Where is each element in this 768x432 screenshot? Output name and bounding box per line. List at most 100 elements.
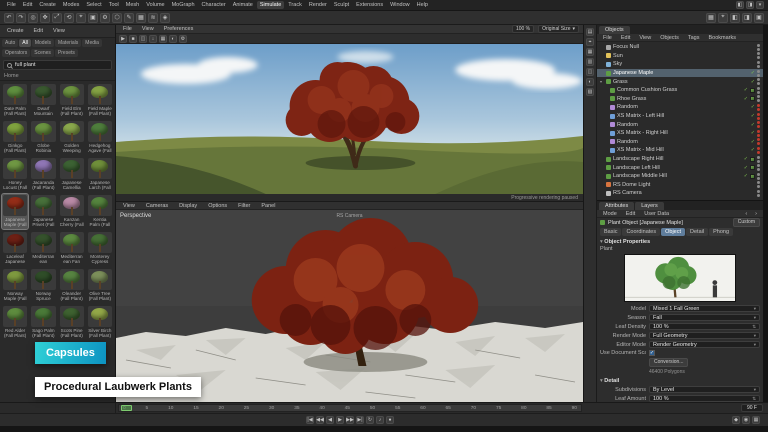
snap-icon[interactable]: ◈	[160, 13, 170, 23]
undo-icon[interactable]: ↶	[4, 13, 14, 23]
loop-button[interactable]: ↻	[366, 416, 374, 424]
menu-item[interactable]: File	[600, 34, 615, 42]
render-view-canvas[interactable]	[116, 44, 583, 194]
asset-item[interactable]: Laceleaf Japanese Maple (Fall Plant)	[2, 231, 28, 266]
visibility-dots[interactable]	[757, 138, 760, 145]
object-row[interactable]: Sun	[597, 52, 763, 61]
enable-check-icon[interactable]	[744, 165, 748, 171]
object-row[interactable]: XS Matrix - Right Hill	[597, 129, 763, 138]
visibility-dots[interactable]	[757, 52, 760, 59]
editor-visibility-dot[interactable]	[757, 121, 760, 124]
editor-visibility-dot[interactable]	[757, 44, 760, 47]
menu-item[interactable]: Window	[387, 1, 413, 9]
render-visibility-dot[interactable]	[757, 177, 760, 180]
renderview-settings-icon[interactable]: ⚙	[179, 35, 187, 43]
enable-check-icon[interactable]	[744, 87, 748, 93]
render-visibility-dot[interactable]	[757, 99, 760, 102]
render-start-icon[interactable]: ▶	[119, 35, 127, 43]
visibility-dots[interactable]	[757, 78, 760, 85]
enable-check-icon[interactable]	[751, 147, 755, 153]
layout-b-icon[interactable]: ◨	[742, 13, 752, 23]
enable-check-icon[interactable]	[744, 173, 748, 179]
visibility-dots[interactable]	[757, 181, 760, 188]
render-visibility-dot[interactable]	[757, 168, 760, 171]
coordinates-manager-icon[interactable]: ⌖	[718, 13, 728, 23]
menu-item[interactable]: Character	[199, 1, 229, 9]
field-value[interactable]: By Level	[649, 386, 760, 393]
save-image-icon[interactable]: ↓	[149, 35, 157, 43]
field-value[interactable]: 100 %	[649, 395, 760, 402]
asset-item[interactable]: Honey Locust (Fall Plant)	[2, 157, 28, 192]
search-input[interactable]	[15, 62, 108, 68]
render-settings-icon[interactable]: ⚙	[100, 13, 110, 23]
object-row[interactable]: Landscape Left Hill	[597, 163, 763, 172]
menu-item[interactable]: Mesh	[123, 1, 142, 9]
sound-button[interactable]: ♪	[376, 416, 384, 424]
end-frame-field[interactable]: 90 F	[741, 404, 763, 412]
object-row[interactable]: Rhoe Grass	[597, 95, 763, 104]
object-label[interactable]: RS Dome Light	[613, 182, 755, 188]
object-row[interactable]: Landscape Right Hill	[597, 155, 763, 164]
object-row[interactable]: Japanese Maple	[597, 69, 763, 78]
rotate-icon[interactable]: ⟲	[64, 13, 74, 23]
layout-c-icon[interactable]: ▣	[754, 13, 764, 23]
asset-item[interactable]: Japanese Larch (Fall Plant)	[87, 157, 113, 192]
field-value[interactable]: Mixed 1 Fall Green	[649, 305, 760, 312]
material-manager-icon[interactable]: ◐	[586, 78, 594, 86]
render-visibility-dot[interactable]	[757, 91, 760, 94]
enable-check-icon[interactable]	[751, 113, 755, 119]
object-label[interactable]: Focus Null	[613, 44, 755, 50]
object-label[interactable]: Random	[617, 139, 749, 145]
material-chip[interactable]	[750, 174, 755, 179]
editor-visibility-dot[interactable]	[757, 113, 760, 116]
editor-visibility-dot[interactable]	[757, 156, 760, 159]
asset-browser-panel-icon[interactable]: ▦	[586, 48, 594, 56]
visibility-dots[interactable]	[757, 173, 760, 180]
object-label[interactable]: XS Matrix - Left Hill	[617, 113, 749, 119]
asset-item[interactable]: Kanzan Cherry (Fall Plant)	[59, 194, 85, 229]
menu-item[interactable]: Render	[306, 1, 330, 9]
play-button[interactable]: ▶	[336, 416, 344, 424]
menu-item[interactable]: Edit	[31, 27, 46, 35]
attribute-tab[interactable]: Detail	[686, 228, 708, 236]
material-chip[interactable]	[750, 165, 755, 170]
history-back-icon[interactable]: ‹	[742, 210, 750, 218]
object-row[interactable]: Random	[597, 120, 763, 129]
object-row[interactable]: Focus Null	[597, 43, 763, 52]
asset-search[interactable]	[3, 60, 112, 70]
object-label[interactable]: Common Cushion Grass	[617, 87, 742, 93]
render-visibility-dot[interactable]	[757, 74, 760, 77]
attribute-tab[interactable]: Phong	[709, 228, 733, 236]
keyframe-options-button[interactable]: ▦	[752, 416, 760, 424]
editor-visibility-dot[interactable]	[757, 87, 760, 90]
field-value[interactable]: 100 %	[649, 323, 760, 330]
object-label[interactable]: Landscape Left Hill	[613, 165, 742, 171]
menu-item[interactable]: File	[120, 25, 135, 33]
menu-item[interactable]: Tags	[685, 34, 703, 42]
record-button[interactable]: ●	[386, 416, 394, 424]
filter-tab[interactable]: Operators	[2, 49, 30, 57]
object-label[interactable]: Random	[617, 122, 749, 128]
editor-visibility-dot[interactable]	[757, 52, 760, 55]
render-visibility-dot[interactable]	[757, 134, 760, 137]
menu-item[interactable]: Preferences	[161, 25, 197, 33]
render-stop-icon[interactable]: ■	[129, 35, 137, 43]
render-visibility-dot[interactable]	[757, 117, 760, 120]
scale-icon[interactable]: ⤢	[52, 13, 62, 23]
asset-item[interactable]: Mediterranean Fan Palm (Fall Plant)	[59, 231, 85, 266]
previous-key-button[interactable]: ◀◀	[316, 416, 324, 424]
asset-item[interactable]: Ginkgo (Fall Plant)	[2, 120, 28, 155]
render-visibility-dot[interactable]	[757, 125, 760, 128]
timeline-panel-icon[interactable]: ◫	[586, 68, 594, 76]
render-visibility-dot[interactable]	[757, 151, 760, 154]
live-selection-icon[interactable]: ◎	[28, 13, 38, 23]
object-row[interactable]: Random	[597, 103, 763, 112]
menu-item[interactable]: Create	[4, 27, 27, 35]
enable-check-icon[interactable]	[744, 156, 748, 162]
editor-visibility-dot[interactable]	[757, 138, 760, 141]
menu-item[interactable]: Edit	[20, 1, 35, 9]
asset-item[interactable]: Olive Tree (Fall Plant)	[87, 268, 113, 303]
menu-item[interactable]: Simulate	[257, 1, 284, 9]
material-chip[interactable]	[750, 88, 755, 93]
object-label[interactable]: Rhoe Grass	[617, 96, 742, 102]
